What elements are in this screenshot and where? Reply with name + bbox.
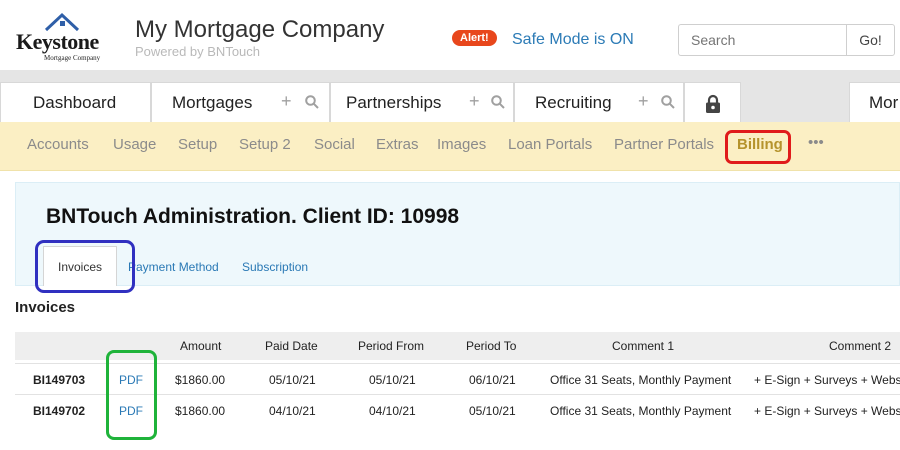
- subnav-extras[interactable]: Extras: [376, 136, 419, 153]
- header-divider: [0, 70, 900, 82]
- logo-text: Keystone: [16, 29, 99, 54]
- subnav-setup-2[interactable]: Setup 2: [239, 136, 291, 153]
- more-options-icon[interactable]: •••: [808, 134, 824, 151]
- tab-more[interactable]: Mor: [849, 82, 900, 122]
- column-header-amount: Amount: [180, 339, 222, 353]
- tab-mortgages[interactable]: Mortgages +: [151, 82, 330, 122]
- invoice-period-from: 04/10/21: [369, 404, 416, 418]
- invoices-section-title: Invoices: [15, 299, 76, 316]
- subnav-social[interactable]: Social: [314, 136, 355, 153]
- invoice-paid-date: 05/10/21: [269, 373, 316, 387]
- subnav-images[interactable]: Images: [437, 136, 486, 153]
- tab-label: Dashboard: [33, 93, 117, 112]
- subtab-payment-method[interactable]: Payment Method: [128, 260, 219, 274]
- column-header-paid-date: Paid Date: [265, 339, 318, 353]
- subnav-partner-portals[interactable]: Partner Portals: [614, 136, 714, 153]
- column-header-comment-2: Comment 2: [829, 339, 892, 353]
- app-header: Keystone Mortgage Company My Mortgage Co…: [0, 0, 900, 70]
- tab-label: Partnerships: [346, 93, 442, 112]
- invoices-tab-highlight-annotation: [35, 240, 135, 293]
- column-header-period-from: Period From: [358, 339, 425, 353]
- tab-label: Mor: [869, 93, 899, 112]
- tab-locked[interactable]: [684, 82, 741, 122]
- invoice-period-from: 05/10/21: [369, 373, 416, 387]
- add-recruit-icon[interactable]: +: [638, 91, 649, 112]
- invoice-id: BI149703: [33, 373, 86, 387]
- logo-subtext: Mortgage Company: [44, 54, 101, 62]
- add-mortgage-icon[interactable]: +: [281, 91, 292, 112]
- search-recruiting-icon[interactable]: [661, 95, 675, 109]
- invoice-period-to: 06/10/21: [469, 373, 516, 387]
- company-logo[interactable]: Keystone Mortgage Company: [14, 12, 104, 62]
- subnav-setup[interactable]: Setup: [178, 136, 217, 153]
- search-partnerships-icon[interactable]: [491, 95, 505, 109]
- pdf-links-highlight-annotation: [106, 350, 157, 440]
- lock-icon: [706, 94, 720, 113]
- invoice-id: BI149702: [33, 404, 86, 418]
- main-tabs: Dashboard Mortgages + Partnerships + Rec…: [0, 82, 900, 122]
- subnav-usage[interactable]: Usage: [113, 136, 156, 153]
- tab-recruiting[interactable]: Recruiting +: [514, 82, 684, 122]
- subnav-loan-portals[interactable]: Loan Portals: [508, 136, 592, 153]
- invoice-comment-2: + E-Sign + Surveys + Webs: [754, 404, 900, 418]
- tab-partnerships[interactable]: Partnerships +: [330, 82, 514, 122]
- powered-by-text: Powered by BNTouch: [135, 44, 261, 59]
- subnav-accounts[interactable]: Accounts: [27, 136, 89, 153]
- invoice-comment-1: Office 31 Seats, Monthly Payment: [550, 373, 732, 387]
- tab-dashboard[interactable]: Dashboard: [0, 82, 151, 122]
- invoice-amount: $1860.00: [175, 373, 226, 387]
- invoice-paid-date: 04/10/21: [269, 404, 316, 418]
- invoice-period-to: 05/10/21: [469, 404, 516, 418]
- tab-label: Recruiting: [535, 93, 612, 112]
- invoice-comment-1: Office 31 Seats, Monthly Payment: [550, 404, 732, 418]
- safe-mode-status[interactable]: Safe Mode is ON: [512, 31, 634, 49]
- invoice-amount: $1860.00: [175, 404, 226, 418]
- add-partnership-icon[interactable]: +: [469, 91, 480, 112]
- invoice-comment-2: + E-Sign + Surveys + Webs: [754, 373, 900, 387]
- subtab-subscription[interactable]: Subscription: [242, 260, 308, 274]
- search-go-button[interactable]: Go!: [846, 24, 895, 56]
- tab-label: Mortgages: [172, 93, 253, 112]
- page-title: BNTouch Administration. Client ID: 10998: [46, 205, 460, 228]
- column-header-period-to: Period To: [466, 339, 517, 353]
- company-title: My Mortgage Company: [135, 16, 385, 43]
- billing-highlight-annotation: [725, 130, 791, 164]
- column-header-comment-1: Comment 1: [612, 339, 675, 353]
- alert-badge[interactable]: Alert!: [452, 30, 497, 46]
- search-mortgages-icon[interactable]: [305, 95, 319, 109]
- search-input[interactable]: [678, 24, 846, 56]
